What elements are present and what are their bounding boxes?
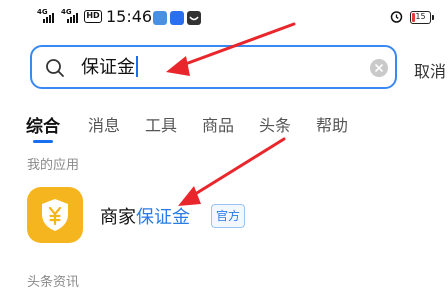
status-bar: 4G 4G HD 15:46 15 — [0, 0, 448, 36]
tab-help[interactable]: 帮助 — [316, 112, 348, 136]
app-name-prefix: 商家 — [100, 207, 136, 228]
search-query-text[interactable]: 保证金 — [81, 56, 138, 80]
tab-tools[interactable]: 工具 — [145, 112, 177, 136]
section-title-headlines: 头条资讯 — [27, 275, 80, 290]
clear-search-button[interactable] — [370, 59, 388, 77]
alarm-icon — [390, 11, 403, 23]
search-input[interactable]: 保证金 — [30, 45, 397, 89]
official-badge: 官方 — [211, 204, 246, 228]
tab-products[interactable]: 商品 — [202, 112, 234, 136]
tab-headlines[interactable]: 头条 — [259, 112, 291, 136]
cancel-button[interactable]: 取消 — [414, 58, 446, 82]
status-time: 15:46 — [106, 7, 153, 26]
cellular-signal-icon: 4G — [37, 8, 57, 23]
section-title-my-apps: 我的应用 — [27, 158, 80, 173]
notification-app-icon-2 — [170, 11, 184, 25]
notification-app-icon-3 — [187, 11, 201, 25]
close-icon — [375, 64, 383, 72]
hd-voice-icon: HD — [84, 10, 102, 23]
tab-comprehensive[interactable]: 综合 — [26, 112, 60, 137]
tab-messages[interactable]: 消息 — [88, 112, 120, 136]
app-name-highlight: 保证金 — [136, 207, 190, 228]
cellular-signal-icon-2: 4G — [61, 8, 81, 23]
text-caret — [136, 56, 138, 77]
app-result-item[interactable]: 商家保证金 官方 — [0, 182, 448, 250]
battery-icon: 15 — [410, 11, 434, 24]
yuan-shield-icon — [27, 187, 83, 243]
app-result-title: 商家保证金 — [100, 203, 190, 229]
active-tab-indicator — [33, 140, 53, 143]
battery-level: 15 — [415, 12, 426, 21]
notification-app-icon — [153, 11, 167, 25]
search-icon — [46, 59, 64, 77]
